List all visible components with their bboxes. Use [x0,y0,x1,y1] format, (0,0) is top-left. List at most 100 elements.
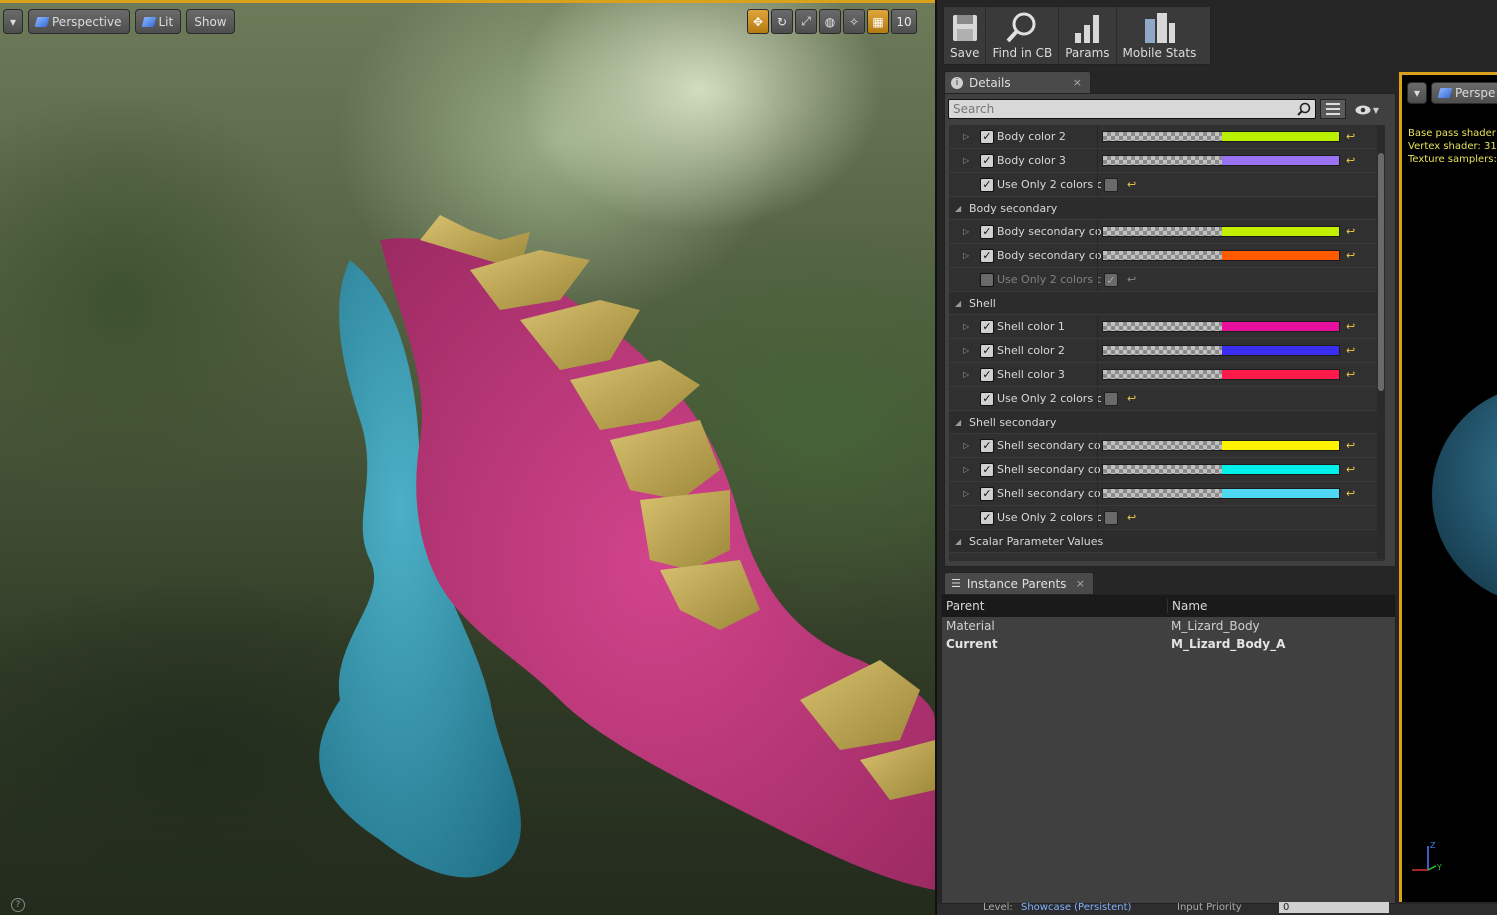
help-icon[interactable]: ? [11,898,25,912]
column-divider[interactable] [1097,458,1098,481]
reset-to-default-icon[interactable]: ↩ [1346,344,1355,357]
bool-param-row[interactable]: ✓ Use Only 2 colors on ↩ [949,173,1385,197]
expand-arrow-icon[interactable]: ▷ [963,132,977,141]
reset-to-default-icon[interactable]: ↩ [1346,249,1355,262]
table-row[interactable]: Material M_Lizard_Body [942,617,1395,635]
bool-param-row[interactable]: ✓ Use Only 2 colors on ↩ [949,387,1385,411]
column-divider[interactable] [1097,220,1098,243]
value-checkbox[interactable]: ✓ [1104,273,1118,287]
column-divider[interactable] [1097,387,1098,410]
perspective-button[interactable]: Perspective [28,9,130,34]
column-divider[interactable] [1097,173,1098,196]
scale-mode-button[interactable]: ⤢ [795,9,817,34]
column-divider[interactable] [1097,434,1098,457]
override-checkbox[interactable]: ✓ [980,486,994,501]
find-in-cb-button[interactable]: Find in CB [986,7,1060,64]
translate-mode-button[interactable]: ✥ [747,9,769,34]
show-button[interactable]: Show [186,9,235,34]
category-row[interactable]: ◢ Shell secondary [949,411,1385,434]
override-checkbox[interactable]: ✓ [980,510,994,525]
color-swatch[interactable] [1102,464,1340,475]
vector-param-row[interactable]: ▷ ✓ Shell color 3 ↩ [949,363,1385,387]
override-checkbox[interactable]: ✓ [980,177,994,192]
value-checkbox[interactable] [1104,178,1118,192]
expand-arrow-icon[interactable]: ▷ [963,251,977,260]
property-matrix-button[interactable] [1320,99,1346,119]
viewport-menu-button[interactable]: ▾ [3,9,23,34]
expand-arrow-icon[interactable]: ◢ [955,418,967,427]
reset-to-default-icon[interactable]: ↩ [1346,130,1355,143]
reset-to-default-icon[interactable]: ↩ [1127,273,1136,286]
color-swatch[interactable] [1102,369,1340,380]
override-checkbox[interactable]: ✓ [980,224,994,239]
vector-param-row[interactable]: ▷ ✓ Shell color 1 ↩ [949,315,1385,339]
color-swatch[interactable] [1102,131,1340,142]
vector-param-row[interactable]: ▷ ✓ Shell secondary colo ↩ [949,482,1385,506]
override-checkbox[interactable]: ✓ [980,129,994,144]
override-checkbox[interactable]: ✓ [980,391,994,406]
level-viewport[interactable]: ▾ Perspective Lit Show ✥ ↻ ⤢ ◍ ✧ ▦ 10 ? [0,0,935,915]
vector-param-row[interactable]: ▷ ✓ Shell color 2 ↩ [949,339,1385,363]
view-options-button[interactable]: ▼ [1350,99,1384,121]
value-checkbox[interactable] [1104,392,1118,406]
surface-snap-button[interactable]: ✧ [843,9,865,34]
column-divider[interactable] [1097,244,1098,267]
override-checkbox[interactable]: ✓ [980,343,994,358]
vector-param-row[interactable]: ▷ ✓ Body color 3 ↩ [949,149,1385,173]
value-checkbox[interactable] [1104,511,1118,525]
reset-to-default-icon[interactable]: ↩ [1346,439,1355,452]
preview-perspective-button[interactable]: Perspe [1431,82,1497,104]
expand-arrow-icon[interactable]: ▷ [963,227,977,236]
details-search-input[interactable]: Search [948,99,1316,119]
column-divider[interactable] [1097,363,1098,386]
vector-param-row[interactable]: ▷ ✓ Body secondary colo ↩ [949,220,1385,244]
vector-param-row[interactable]: ▷ ✓ Shell secondary colo ↩ [949,458,1385,482]
table-row[interactable]: Current M_Lizard_Body_A [942,635,1395,653]
reset-to-default-icon[interactable]: ↩ [1346,463,1355,476]
expand-arrow-icon[interactable]: ▷ [963,441,977,450]
details-scrollbar[interactable] [1377,125,1385,559]
override-checkbox[interactable]: ✓ [980,438,994,453]
expand-arrow-icon[interactable]: ▷ [963,465,977,474]
bool-param-row[interactable]: ✓ Use Only 2 colors on ↩ [949,506,1385,530]
expand-arrow-icon[interactable]: ▷ [963,156,977,165]
reset-to-default-icon[interactable]: ↩ [1346,225,1355,238]
tab-details[interactable]: i Details × [944,71,1091,93]
mobile-stats-button[interactable]: Mobile Stats [1117,7,1203,64]
reset-to-default-icon[interactable]: ↩ [1127,178,1136,191]
preview-menu-button[interactable]: ▾ [1407,82,1427,104]
color-swatch[interactable] [1102,155,1340,166]
override-checkbox[interactable] [980,272,994,287]
expand-arrow-icon[interactable]: ◢ [955,204,967,213]
reset-to-default-icon[interactable]: ↩ [1346,320,1355,333]
color-swatch[interactable] [1102,488,1340,499]
vector-param-row[interactable]: ▷ ✓ Body color 2 ↩ [949,125,1385,149]
lit-button[interactable]: Lit [134,9,182,34]
bool-param-row[interactable]: Use Only 2 colors on ✓ ↩ [949,268,1385,292]
reset-to-default-icon[interactable]: ↩ [1127,511,1136,524]
color-swatch[interactable] [1102,440,1340,451]
expand-arrow-icon[interactable]: ▷ [963,370,977,379]
close-icon[interactable]: × [1073,76,1082,89]
column-header-name[interactable]: Name [1167,599,1395,613]
override-checkbox[interactable]: ✓ [980,319,994,334]
color-swatch[interactable] [1102,321,1340,332]
level-value[interactable]: Showcase (Persistent) [1021,902,1131,913]
expand-arrow-icon[interactable]: ◢ [955,299,967,308]
reset-to-default-icon[interactable]: ↩ [1346,154,1355,167]
reset-to-default-icon[interactable]: ↩ [1346,368,1355,381]
reset-to-default-icon[interactable]: ↩ [1346,487,1355,500]
override-checkbox[interactable]: ✓ [980,462,994,477]
close-icon[interactable]: × [1076,577,1085,590]
reset-to-default-icon[interactable]: ↩ [1127,392,1136,405]
color-swatch[interactable] [1102,226,1340,237]
override-checkbox[interactable]: ✓ [980,248,994,263]
rotate-mode-button[interactable]: ↻ [771,9,793,34]
category-row[interactable]: ◢ Scalar Parameter Values [949,530,1385,553]
column-divider[interactable] [1097,268,1098,291]
category-row[interactable]: ◢ Shell [949,292,1385,315]
scrollbar-thumb[interactable] [1378,153,1384,391]
expand-arrow-icon[interactable]: ▷ [963,346,977,355]
column-divider[interactable] [1097,339,1098,362]
column-divider[interactable] [1097,506,1098,529]
